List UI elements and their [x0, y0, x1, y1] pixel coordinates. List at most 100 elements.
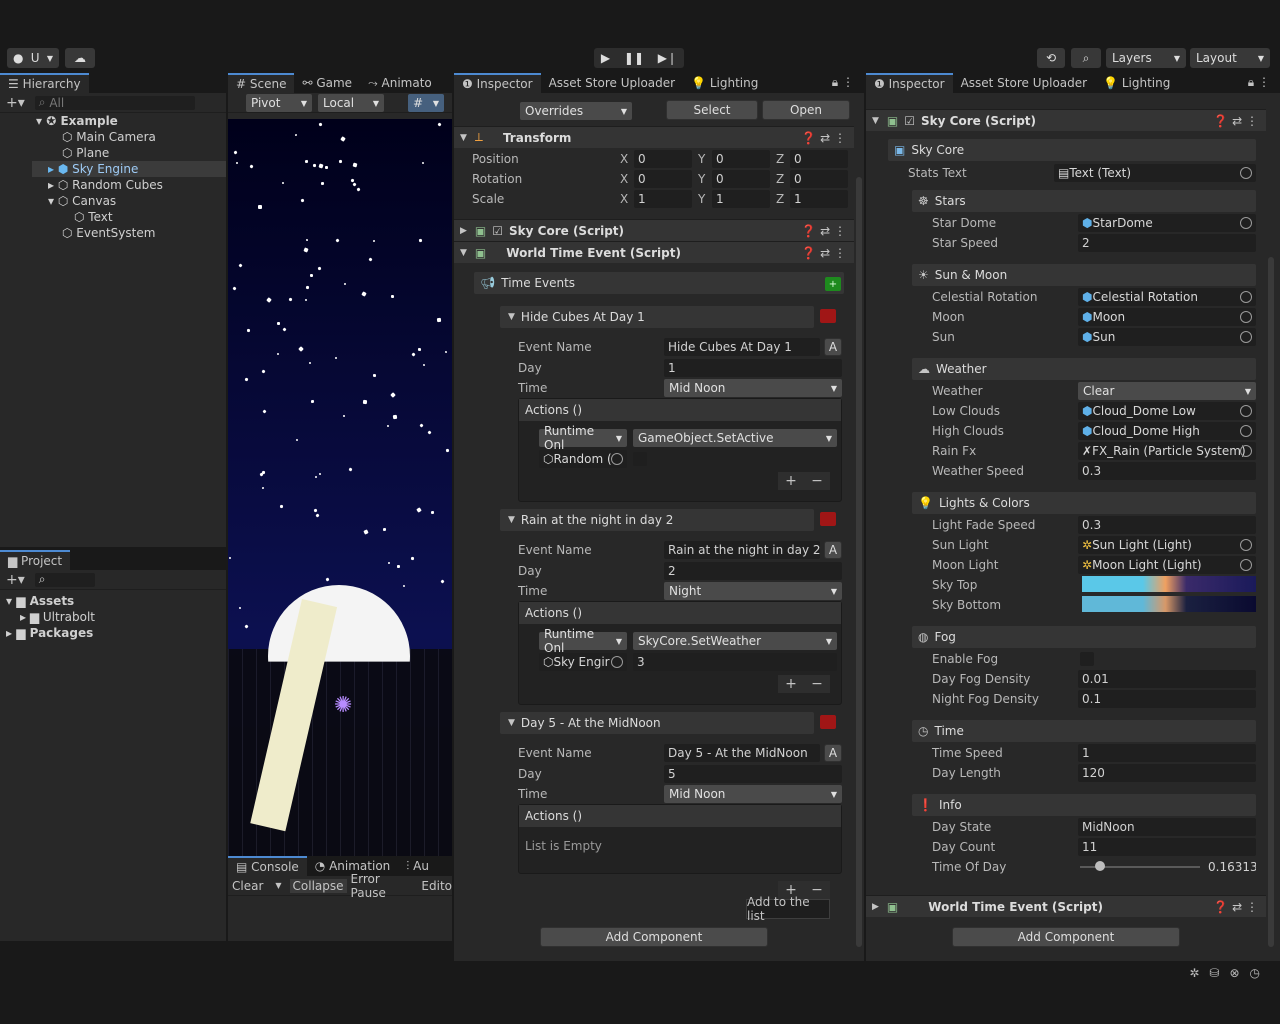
transform-x-field[interactable]: 0: [634, 150, 692, 168]
auto-name-button[interactable]: A: [824, 541, 842, 559]
component-menu-icon[interactable]: ❓ ⇄ ⋮: [801, 131, 846, 145]
transform-z-field[interactable]: 0: [790, 150, 848, 168]
local-dropdown[interactable]: Local ▼: [318, 94, 384, 112]
remove-event-button[interactable]: [820, 309, 836, 323]
value-field[interactable]: 0.01: [1078, 670, 1256, 688]
chevron-down-icon[interactable]: ▼: [275, 881, 281, 890]
event-header[interactable]: ▼ Hide Cubes At Day 1: [500, 306, 814, 328]
object-picker-icon[interactable]: [1240, 331, 1252, 343]
list-item[interactable]: ⬡ Text: [74, 209, 113, 225]
editor-button[interactable]: Edito: [421, 879, 452, 893]
time-dropdown[interactable]: Mid Noon ▼: [664, 379, 842, 397]
auto-name-button[interactable]: A: [824, 744, 842, 762]
status-icons[interactable]: ✲⛁⊗◷: [1189, 966, 1270, 980]
time-dropdown[interactable]: Mid Noon ▼: [664, 785, 842, 803]
object-field[interactable]: ⬢ StarDome: [1078, 214, 1256, 232]
object-field[interactable]: ✲ Moon Light (Light): [1078, 556, 1256, 574]
object-picker-icon[interactable]: [611, 656, 623, 668]
layers-dropdown[interactable]: Layers ▼: [1106, 48, 1186, 68]
list-item[interactable]: ▾ ▆ Assets: [6, 593, 74, 609]
day-field[interactable]: 1: [664, 359, 842, 377]
event-header[interactable]: ▼ Rain at the night in day 2: [500, 509, 814, 531]
open-button[interactable]: Open: [762, 100, 850, 120]
transform-x-field[interactable]: 0: [634, 170, 692, 188]
event-name-field[interactable]: Rain at the night in day 2: [664, 541, 820, 559]
select-button[interactable]: Select: [666, 100, 758, 120]
add-component-button[interactable]: Add Component: [540, 927, 768, 947]
tab-lighting[interactable]: 💡 Lighting: [1095, 73, 1178, 93]
section-header-sunmoon[interactable]: ☀ Sun & Moon: [912, 264, 1256, 286]
value-field[interactable]: 120: [1078, 764, 1256, 782]
day-field[interactable]: 2: [664, 562, 842, 580]
search-button[interactable]: ⌕: [1071, 48, 1101, 68]
transform-y-field[interactable]: 1: [712, 190, 770, 208]
tab-inspector[interactable]: ❶ Inspector: [866, 73, 953, 93]
object-field[interactable]: ⬢ Moon: [1078, 308, 1256, 326]
list-item[interactable]: ⬡ Plane: [62, 145, 109, 161]
weather-dropdown[interactable]: Clear ▼: [1078, 382, 1256, 400]
transform-header[interactable]: ▼ ⟂ Transform ❓ ⇄ ⋮: [454, 126, 854, 148]
list-item[interactable]: ▸ ▆ Packages: [6, 625, 93, 641]
argument-field[interactable]: 3: [633, 653, 837, 671]
time-of-day-value[interactable]: 0.16313: [1204, 858, 1256, 876]
transform-y-field[interactable]: 0: [712, 170, 770, 188]
value-field[interactable]: 0.3: [1078, 462, 1256, 480]
list-item[interactable]: ⬡ Main Camera: [62, 129, 156, 145]
project-search-input[interactable]: ⌕: [34, 572, 95, 587]
tab-lighting[interactable]: 💡 Lighting: [683, 73, 766, 93]
add-icon[interactable]: +: [785, 473, 797, 489]
object-field[interactable]: ⬢ Celestial Rotation: [1078, 288, 1256, 306]
section-header-info[interactable]: ❗ Info: [912, 794, 1256, 816]
auto-name-button[interactable]: A: [824, 338, 842, 356]
sky-core-header[interactable]: ▼ ▣ ☑ Sky Core (Script) ❓ ⇄ ⋮: [866, 109, 1266, 131]
tab-project[interactable]: ▆ Project: [0, 550, 71, 570]
list-item[interactable]: ▸ ⬡ Random Cubes: [48, 177, 163, 193]
lock-icon[interactable]: 🔒︎ ⋮: [832, 75, 854, 90]
value-field[interactable]: 0.3: [1078, 516, 1256, 534]
snap-dropdown[interactable]: # ▼: [408, 94, 444, 112]
sky-core-header[interactable]: ▶ ▣ ☑ Sky Core (Script) ❓ ⇄ ⋮: [454, 219, 854, 241]
runtime-mode-dropdown[interactable]: Runtime Onl ▼: [539, 424, 627, 452]
event-name-field[interactable]: Day 5 - At the MidNoon: [664, 744, 820, 762]
object-field[interactable]: ✲ Sun Light (Light): [1078, 536, 1256, 554]
section-header-time[interactable]: ◷ Time: [912, 720, 1256, 742]
collapse-button[interactable]: Collapse: [289, 878, 347, 893]
transform-z-field[interactable]: 1: [790, 190, 848, 208]
add-icon[interactable]: +▾: [6, 572, 25, 588]
enable-fog-checkbox[interactable]: [1080, 652, 1094, 666]
argument-checkbox[interactable]: [633, 452, 647, 466]
hierarchy-search-input[interactable]: ⌕ All: [34, 95, 195, 110]
remove-event-button[interactable]: [820, 512, 836, 526]
transform-x-field[interactable]: 1: [634, 190, 692, 208]
history-button[interactable]: ⟲: [1037, 48, 1065, 68]
component-menu-icon[interactable]: ❓ ⇄ ⋮: [801, 224, 846, 238]
remove-event-button[interactable]: [820, 715, 836, 729]
time-dropdown[interactable]: Night ▼: [664, 582, 842, 600]
section-header-lights[interactable]: 💡 Lights & Colors: [912, 492, 1256, 514]
section-header-weather[interactable]: ☁ Weather: [912, 358, 1256, 380]
sky-bottom-gradient[interactable]: [1082, 596, 1256, 612]
tab-inspector[interactable]: ❶ Inspector: [454, 73, 541, 93]
component-menu-icon[interactable]: ❓ ⇄ ⋮: [1213, 114, 1258, 128]
enabled-checkbox[interactable]: ☑: [904, 114, 915, 128]
tab-game[interactable]: ⚯ Game: [294, 73, 360, 93]
object-field[interactable]: ⬢ Cloud_Dome High: [1078, 422, 1256, 440]
object-field[interactable]: ⬢ Cloud_Dome Low: [1078, 402, 1256, 420]
lock-icon[interactable]: 🔒︎ ⋮: [1248, 75, 1270, 90]
object-picker-icon[interactable]: [1240, 291, 1252, 303]
layout-dropdown[interactable]: Layout ▼: [1190, 48, 1270, 68]
tab-hierarchy[interactable]: ☰ Hierarchy: [0, 73, 89, 93]
value-field[interactable]: 2: [1078, 234, 1256, 252]
add-icon[interactable]: +: [785, 676, 797, 692]
account-dropdown[interactable]: ● U ▼: [7, 48, 59, 68]
function-dropdown[interactable]: GameObject.SetActive ▼: [633, 429, 837, 447]
object-picker-icon[interactable]: [1240, 311, 1252, 323]
list-item-selected[interactable]: ▸ ⬢ Sky Engine: [32, 161, 226, 177]
value-field[interactable]: 0.1: [1078, 690, 1256, 708]
list-item[interactable]: ▸ ▆ Ultrabolt: [20, 609, 95, 625]
list-item[interactable]: ▾ ⬡ Canvas: [48, 193, 116, 209]
object-field[interactable]: ✗ FX_Rain (Particle System): [1078, 442, 1256, 460]
tab-console[interactable]: ▤ Console: [228, 856, 307, 876]
pivot-dropdown[interactable]: Pivot ▼: [246, 94, 312, 112]
event-header[interactable]: ▼ Day 5 - At the MidNoon: [500, 712, 814, 734]
